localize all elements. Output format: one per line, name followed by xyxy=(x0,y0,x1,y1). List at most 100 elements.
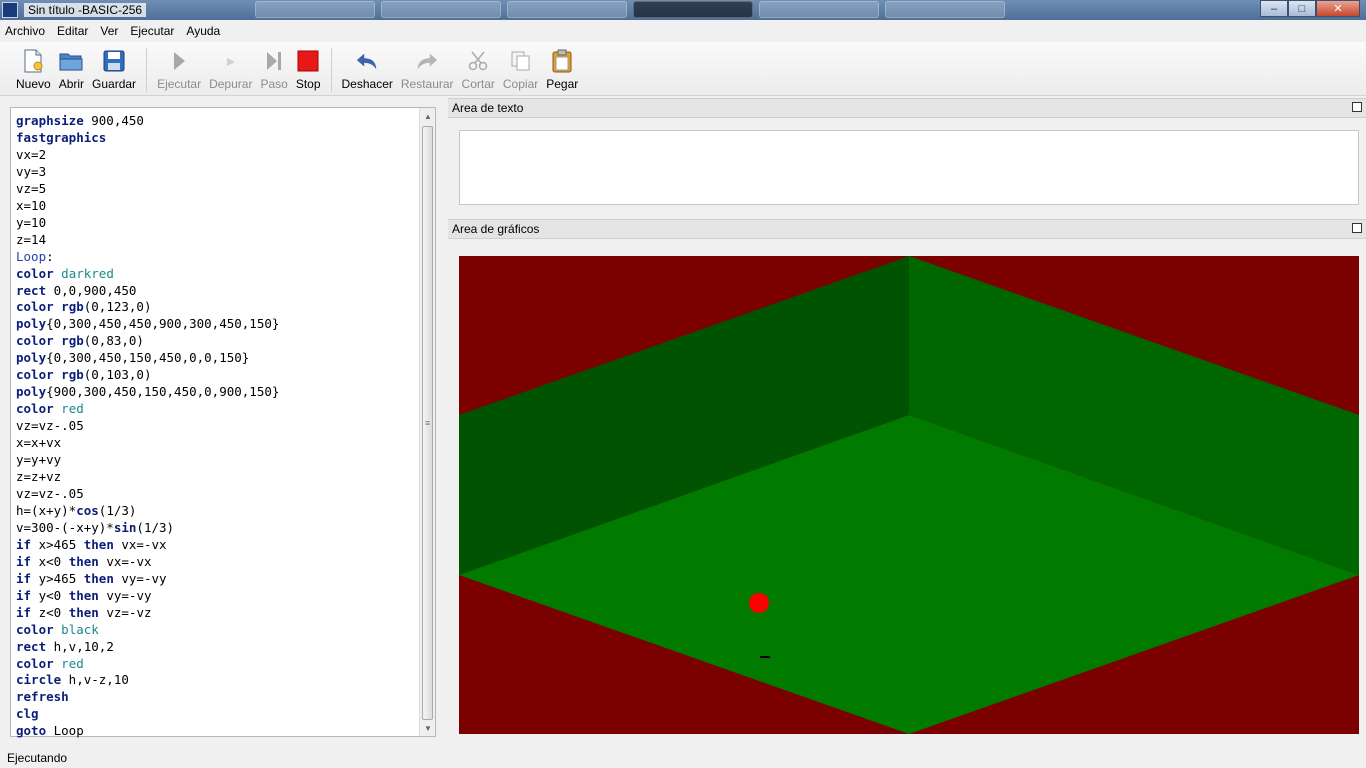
window-titlebar[interactable]: Sin título -BASIC-256 – □ ✕ xyxy=(0,0,1366,20)
undo-icon xyxy=(355,48,379,74)
ghost-tab xyxy=(885,1,1005,18)
save-button[interactable]: Guardar xyxy=(92,42,136,91)
debug-button[interactable]: Depurar xyxy=(209,42,252,91)
ghost-tab xyxy=(633,1,753,18)
code-line[interactable]: goto Loop xyxy=(16,723,279,740)
code-line[interactable]: color rgb(0,83,0) xyxy=(16,333,279,350)
ghost-tab xyxy=(507,1,627,18)
basic256-app-icon xyxy=(2,2,18,18)
code-line[interactable]: poly{0,300,450,150,450,0,0,150} xyxy=(16,350,279,367)
undock-icon[interactable] xyxy=(1352,223,1362,233)
editor-scrollbar[interactable]: ▲ ≡ ▼ xyxy=(419,108,435,736)
ghost-tab xyxy=(381,1,501,18)
run-button[interactable]: Ejecutar xyxy=(157,42,201,91)
menu-archivo[interactable]: Archivo xyxy=(0,24,49,38)
toolbar-separator xyxy=(146,48,148,92)
code-line[interactable]: y=10 xyxy=(16,215,279,232)
ball-shadow xyxy=(760,656,770,658)
code-line[interactable]: if y<0 then vy=-vy xyxy=(16,588,279,605)
code-line[interactable]: vz=vz-.05 xyxy=(16,418,279,435)
paste-button[interactable]: Pegar xyxy=(546,42,578,91)
code-line[interactable]: refresh xyxy=(16,689,279,706)
code-line[interactable]: z=z+vz xyxy=(16,469,279,486)
close-button[interactable]: ✕ xyxy=(1316,0,1360,17)
code-line[interactable]: color red xyxy=(16,656,279,673)
text-panel-title: Area de texto xyxy=(452,101,524,115)
ghost-tab xyxy=(759,1,879,18)
menu-bar: Archivo Editar Ver Ejecutar Ayuda xyxy=(0,21,1366,41)
code-line[interactable]: if z<0 then vz=-vz xyxy=(16,605,279,622)
redo-button[interactable]: Restaurar xyxy=(401,42,454,91)
code-line[interactable]: v=300-(-x+y)*sin(1/3) xyxy=(16,520,279,537)
code-line[interactable]: color black xyxy=(16,622,279,639)
maximize-button[interactable]: □ xyxy=(1288,0,1316,17)
step-icon xyxy=(262,48,286,74)
code-line[interactable]: color darkred xyxy=(16,266,279,283)
code-line[interactable]: color red xyxy=(16,401,279,418)
code-line[interactable]: if y>465 then vy=-vy xyxy=(16,571,279,588)
code-line[interactable]: Loop: xyxy=(16,249,279,266)
graphics-panel-title: Area de gráficos xyxy=(452,222,540,236)
run-icon xyxy=(167,48,191,74)
bouncing-ball xyxy=(749,593,769,613)
status-text: Ejecutando xyxy=(7,751,68,765)
toolbar-separator xyxy=(330,48,332,92)
graphics-output-area[interactable] xyxy=(459,256,1359,734)
code-line[interactable]: color rgb(0,123,0) xyxy=(16,299,279,316)
code-line[interactable]: if x>465 then vx=-vx xyxy=(16,537,279,554)
background-taskbar-ghosts xyxy=(255,1,1005,18)
code-line[interactable]: y=y+vy xyxy=(16,452,279,469)
code-line[interactable]: circle h,v-z,10 xyxy=(16,672,279,689)
scrollbar-thumb[interactable]: ≡ xyxy=(422,126,433,720)
code-line[interactable]: graphsize 900,450 xyxy=(16,113,279,130)
code-editor[interactable]: graphsize 900,450 fastgraphics vx=2 vy=3 vz=… xyxy=(10,107,436,740)
code-line[interactable]: x=10 xyxy=(16,198,279,215)
new-button[interactable]: Nuevo xyxy=(16,42,51,91)
window-controls: – □ ✕ xyxy=(1260,0,1360,17)
code-line[interactable]: fastgraphics xyxy=(16,130,279,147)
stop-button[interactable]: Stop xyxy=(296,42,321,91)
code-line[interactable]: h=(x+y)*cos(1/3) xyxy=(16,503,279,520)
code-line[interactable]: x=x+vx xyxy=(16,435,279,452)
copy-button[interactable]: Copiar xyxy=(503,42,538,91)
menu-ayuda[interactable]: Ayuda xyxy=(181,24,224,38)
undo-button[interactable]: Deshacer xyxy=(342,42,393,91)
graphics-panel-header: Area de gráficos xyxy=(448,219,1366,239)
open-folder-icon xyxy=(59,48,83,74)
step-button[interactable]: Paso xyxy=(260,42,288,91)
code-line[interactable]: poly{0,300,450,450,900,300,450,150} xyxy=(16,316,279,333)
debug-icon xyxy=(219,48,243,74)
scroll-down-icon[interactable]: ▼ xyxy=(420,720,436,736)
code-line[interactable]: vy=3 xyxy=(16,164,279,181)
code-line[interactable]: vx=2 xyxy=(16,147,279,164)
text-output-area[interactable] xyxy=(459,130,1359,205)
ghost-tab xyxy=(255,1,375,18)
copy-icon xyxy=(509,48,533,74)
graphics-canvas xyxy=(459,256,1359,734)
status-bar: Ejecutando xyxy=(0,748,1366,768)
minimize-button[interactable]: – xyxy=(1260,0,1288,17)
cut-button[interactable]: Cortar xyxy=(462,42,495,91)
scroll-up-icon[interactable]: ▲ xyxy=(420,108,436,124)
code-text[interactable]: graphsize 900,450 fastgraphics vx=2 vy=3 vz=… xyxy=(16,113,279,740)
code-line[interactable]: poly{900,300,450,150,450,0,900,150} xyxy=(16,384,279,401)
redo-icon xyxy=(415,48,439,74)
code-line[interactable]: color rgb(0,103,0) xyxy=(16,367,279,384)
code-line[interactable]: vz=5 xyxy=(16,181,279,198)
save-disk-icon xyxy=(102,48,126,74)
menu-editar[interactable]: Editar xyxy=(52,24,92,38)
window-title: Sin título -BASIC-256 xyxy=(24,3,147,17)
code-line[interactable]: if x<0 then vx=-vx xyxy=(16,554,279,571)
menu-ejecutar[interactable]: Ejecutar xyxy=(125,24,178,38)
code-line[interactable]: rect 0,0,900,450 xyxy=(16,283,279,300)
undock-icon[interactable] xyxy=(1352,102,1362,112)
code-line[interactable]: z=14 xyxy=(16,232,279,249)
code-line[interactable]: vz=vz-.05 xyxy=(16,486,279,503)
code-line[interactable]: rect h,v,10,2 xyxy=(16,639,279,656)
open-button[interactable]: Abrir xyxy=(59,42,84,91)
main-toolbar: Nuevo Abrir Guardar Ejecutar Depurar Pas… xyxy=(0,42,1366,96)
code-line[interactable]: clg xyxy=(16,706,279,723)
text-panel-header: Area de texto xyxy=(448,98,1366,118)
scissors-icon xyxy=(466,48,490,74)
menu-ver[interactable]: Ver xyxy=(95,24,122,38)
